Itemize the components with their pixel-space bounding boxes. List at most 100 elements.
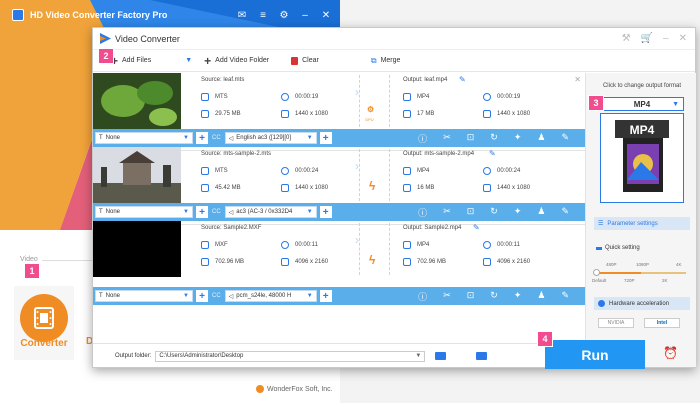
menu-icon[interactable]: ≡ bbox=[257, 10, 269, 21]
run-button[interactable]: Run bbox=[545, 340, 645, 369]
add-subtitle-button[interactable]: + bbox=[196, 206, 208, 218]
output-format-preview[interactable]: MP4 bbox=[600, 113, 684, 203]
edit-tools: ⓘ ✂ ⊡ ↻ ✦ ♟ ✎ bbox=[418, 132, 569, 145]
output-label: Output: mts-sample-2.mp4 bbox=[403, 151, 475, 157]
output-duration: 00:00:24 bbox=[497, 168, 521, 174]
audio-track-select[interactable]: ◁ English ac3 ([129][0] ▼ bbox=[224, 132, 317, 144]
add-audio-button[interactable]: + bbox=[319, 132, 332, 144]
add-files-dropdown-icon[interactable]: ▼ bbox=[185, 57, 192, 64]
edit-pen-icon[interactable]: ✎ bbox=[561, 290, 569, 303]
row-divider bbox=[359, 223, 360, 275]
quality-slider[interactable] bbox=[596, 272, 686, 274]
video-format-icon bbox=[201, 241, 209, 249]
output-format: MP4 bbox=[417, 168, 430, 174]
hardware-acceleration-toggle[interactable]: Hardware acceleration bbox=[594, 297, 690, 310]
edit-pen-icon[interactable]: ✎ bbox=[561, 206, 569, 219]
rotate-icon[interactable]: ↻ bbox=[490, 290, 498, 303]
output-resolution: 4096 x 2160 bbox=[497, 259, 531, 265]
audio-track-select[interactable]: ◁ ac3 (AC-3 / 0x332D4 ▼ bbox=[224, 206, 317, 218]
add-files-button[interactable]: + Add Files bbox=[111, 55, 151, 67]
subtitle-icon: T bbox=[99, 209, 103, 215]
intel-badge[interactable]: Intel bbox=[644, 318, 680, 328]
edit-output-name-icon[interactable]: ✎ bbox=[473, 223, 480, 232]
settings-gear-icon[interactable]: ⚙ bbox=[278, 10, 290, 21]
browse-folder-icon[interactable] bbox=[435, 352, 447, 360]
hammer-icon[interactable]: ⚒ bbox=[622, 33, 631, 44]
effects-wand-icon[interactable]: ✦ bbox=[514, 206, 522, 219]
audio-track-select[interactable]: ◁ pcm_s24le, 48000 H ▼ bbox=[224, 290, 317, 302]
add-video-folder-label: Add Video Folder bbox=[215, 57, 270, 64]
watermark-stamp-icon[interactable]: ♟ bbox=[537, 290, 545, 303]
close-icon[interactable]: ✕ bbox=[320, 10, 332, 21]
crop-icon[interactable]: ⊡ bbox=[467, 206, 475, 219]
close-icon[interactable]: ✕ bbox=[679, 33, 687, 44]
output-format-value: MP4 bbox=[633, 99, 651, 109]
file-size-icon bbox=[403, 184, 411, 192]
effects-wand-icon[interactable]: ✦ bbox=[514, 290, 522, 303]
wonderfox-logo-icon bbox=[256, 385, 264, 393]
add-subtitle-button[interactable]: + bbox=[196, 132, 208, 144]
effects-wand-icon[interactable]: ✦ bbox=[514, 132, 522, 145]
edit-output-name-icon[interactable]: ✎ bbox=[489, 149, 496, 158]
quality-slider-handle[interactable] bbox=[593, 269, 600, 276]
subtitle-select[interactable]: T None ▼ bbox=[95, 290, 193, 302]
remove-file-icon[interactable]: ✕ bbox=[574, 75, 581, 84]
input-resolution: 1440 x 1080 bbox=[295, 185, 329, 191]
trim-scissors-icon[interactable]: ✂ bbox=[443, 132, 451, 145]
cc-icon[interactable]: CC bbox=[212, 135, 221, 141]
output-resolution: 1440 x 1080 bbox=[497, 111, 531, 117]
subtitle-select[interactable]: T None ▼ bbox=[95, 206, 193, 218]
clear-button[interactable]: Clear bbox=[291, 56, 319, 65]
minimize-icon[interactable]: – bbox=[299, 10, 311, 21]
input-resolution: 1440 x 1080 bbox=[295, 111, 329, 117]
converter-tile[interactable]: Converter bbox=[14, 286, 74, 360]
register-icon[interactable]: ✉ bbox=[236, 10, 248, 21]
copyright-text: WonderFox Soft, Inc. bbox=[267, 385, 333, 393]
output-format-select[interactable]: MP4 ▼ bbox=[600, 97, 684, 111]
edit-pen-icon[interactable]: ✎ bbox=[561, 132, 569, 145]
info-icon[interactable]: ⓘ bbox=[418, 132, 427, 145]
open-output-folder-icon[interactable] bbox=[476, 352, 488, 360]
add-subtitle-button[interactable]: + bbox=[196, 290, 208, 302]
step-badge-3: 3 bbox=[588, 95, 604, 111]
crop-icon[interactable]: ⊡ bbox=[467, 132, 475, 145]
source-label: Source: Sample2.MXF bbox=[201, 225, 262, 231]
output-folder-field[interactable]: C:\Users\Administrator\Desktop ▼ bbox=[155, 350, 426, 362]
window-title: Video Converter bbox=[115, 33, 180, 44]
add-audio-button[interactable]: + bbox=[319, 290, 332, 302]
add-audio-button[interactable]: + bbox=[319, 206, 332, 218]
trim-scissors-icon[interactable]: ✂ bbox=[443, 206, 451, 219]
cart-icon[interactable]: 🛒 bbox=[641, 33, 653, 44]
info-icon[interactable]: ⓘ bbox=[418, 206, 427, 219]
subtitle-select[interactable]: T None ▼ bbox=[95, 132, 193, 144]
cc-icon[interactable]: CC bbox=[212, 293, 221, 299]
watermark-stamp-icon[interactable]: ♟ bbox=[537, 132, 545, 145]
trim-scissors-icon[interactable]: ✂ bbox=[443, 290, 451, 303]
cc-icon[interactable]: CC bbox=[212, 209, 221, 215]
rotate-icon[interactable]: ↻ bbox=[490, 206, 498, 219]
output-format-hint: Click to change output format bbox=[602, 83, 682, 89]
add-video-folder-button[interactable]: + Add Video Folder bbox=[204, 55, 270, 67]
trash-icon bbox=[291, 56, 299, 65]
clear-label: Clear bbox=[302, 57, 319, 64]
section-divider bbox=[42, 260, 92, 261]
parameter-settings-button[interactable]: ☰ Parameter settings bbox=[594, 217, 690, 230]
watermark-stamp-icon[interactable]: ♟ bbox=[537, 206, 545, 219]
minimize-icon[interactable]: – bbox=[663, 33, 669, 44]
info-icon[interactable]: ⓘ bbox=[418, 290, 427, 303]
tick-2k: 2K bbox=[662, 278, 668, 283]
merge-button[interactable]: ⧉ Merge bbox=[371, 56, 401, 66]
edit-output-name-icon[interactable]: ✎ bbox=[459, 75, 466, 84]
input-format: MTS bbox=[215, 168, 228, 174]
output-format: MP4 bbox=[417, 94, 430, 100]
alarm-clock-icon[interactable]: ⏰ bbox=[663, 346, 678, 360]
rotate-icon[interactable]: ↻ bbox=[490, 132, 498, 145]
tick-default: Default bbox=[592, 278, 607, 283]
step-badge-4: 4 bbox=[537, 331, 553, 347]
clock-icon bbox=[281, 93, 289, 101]
nvidia-badge[interactable]: NVIDIA bbox=[598, 318, 634, 328]
input-size: 29.75 MB bbox=[215, 111, 241, 117]
file-size-icon bbox=[403, 258, 411, 266]
convert-bolt-icon: ϟ bbox=[369, 179, 376, 193]
crop-icon[interactable]: ⊡ bbox=[467, 290, 475, 303]
